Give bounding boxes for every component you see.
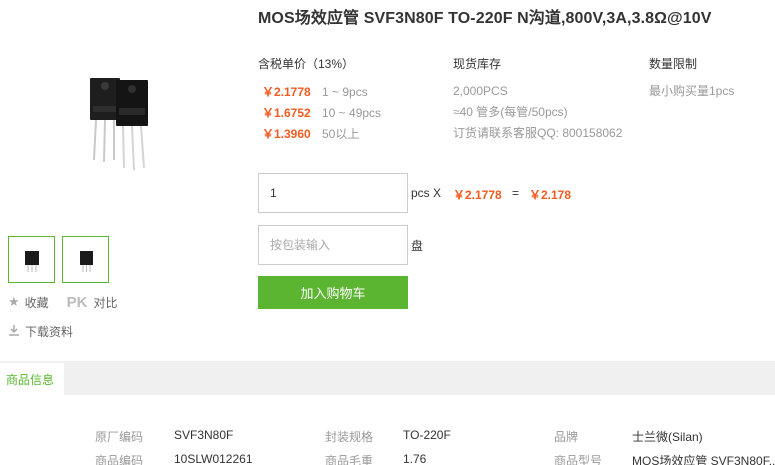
stock-quantity: 2,000PCS: [453, 84, 508, 98]
tier-range: 50以上: [322, 127, 360, 141]
stock-contact: 订货请联系客服QQ: 800158062: [453, 126, 623, 140]
star-icon[interactable]: ★: [8, 294, 20, 310]
info-label: 商品编码: [95, 454, 144, 465]
info-label: 商品毛重: [325, 454, 374, 465]
tier-price: ￥1.3960: [262, 127, 311, 141]
product-title: MOS场效应管 SVF3N80F TO-220F N沟道,800V,3A,3.8…: [258, 10, 712, 27]
thumbnail-2[interactable]: [62, 236, 109, 283]
info-row: 原厂编码 SVF3N80F 封装规格 TO-220F 品牌 士兰微(Silan): [0, 428, 775, 452]
tier-range: 1 ~ 9pcs: [322, 84, 368, 99]
download-icon: [8, 324, 20, 339]
price-header: 含税单价（13%）: [258, 57, 355, 71]
total-price: ￥2.178: [529, 188, 572, 202]
stock-packs: ≈40 管多(每管/50pcs): [453, 105, 568, 119]
price-tier: ￥1.3960 50以上: [258, 123, 381, 144]
add-to-cart-button[interactable]: 加入购物车: [258, 276, 408, 309]
product-main-image: [72, 60, 172, 180]
compare-link[interactable]: 对比: [94, 294, 118, 311]
price-tier: ￥2.1778 1 ~ 9pcs: [258, 81, 381, 102]
info-value: 10SLW012261: [174, 452, 253, 465]
stock-header: 现货库存: [453, 57, 502, 71]
info-value: 1.76: [403, 452, 427, 465]
limit-header: 数量限制: [649, 57, 698, 71]
info-row: 商品编码 10SLW012261 商品毛重 1.76 商品型号 MOS场效应管 …: [0, 452, 775, 465]
pk-icon[interactable]: PK: [67, 294, 88, 311]
price-tier: ￥1.6752 10 ~ 49pcs: [258, 102, 381, 123]
tier-price: ￥1.6752: [262, 106, 311, 120]
pack-unit-label: 盘: [411, 239, 424, 253]
info-value: SVF3N80F: [174, 428, 234, 442]
info-label: 品牌: [554, 430, 579, 444]
equals-sign: =: [512, 186, 520, 200]
info-label: 商品型号: [554, 454, 603, 465]
download-link[interactable]: 下载资料: [8, 323, 73, 340]
info-value: 士兰微(Silan): [632, 430, 703, 444]
limit-min: 最小购买量1pcs: [649, 84, 735, 98]
purchase-limit: 数量限制 最小购买量1pcs: [649, 55, 734, 102]
side-actions: ★ 收藏 PK 对比: [8, 293, 118, 311]
tier-range: 10 ~ 49pcs: [322, 105, 382, 120]
info-value: MOS场效应管 SVF3N80F...: [632, 454, 775, 465]
info-value: TO-220F: [403, 428, 451, 442]
stock-info: 现货库存 2,000PCS ≈40 管多(每管/50pcs) 订货请联系客服QQ…: [453, 55, 622, 144]
favorite-link[interactable]: 收藏: [25, 294, 49, 311]
tab-product-info[interactable]: 商品信息: [0, 361, 64, 395]
info-label: 封装规格: [325, 430, 374, 444]
info-label: 原厂编码: [95, 430, 144, 444]
thumbnail-1[interactable]: [8, 236, 55, 283]
pack-quantity-input[interactable]: [258, 225, 408, 265]
tab-bar: 商品信息: [0, 361, 775, 395]
price-tiers: 含税单价（13%） ￥2.1778 1 ~ 9pcs ￥1.6752 10 ~ …: [258, 55, 381, 144]
quantity-input[interactable]: [258, 173, 408, 213]
pcs-x-label: pcs X: [411, 186, 442, 200]
tier-price: ￥2.1778: [262, 85, 311, 99]
download-label: 下载资料: [25, 325, 74, 339]
unit-price: ￥2.1778: [453, 188, 502, 202]
